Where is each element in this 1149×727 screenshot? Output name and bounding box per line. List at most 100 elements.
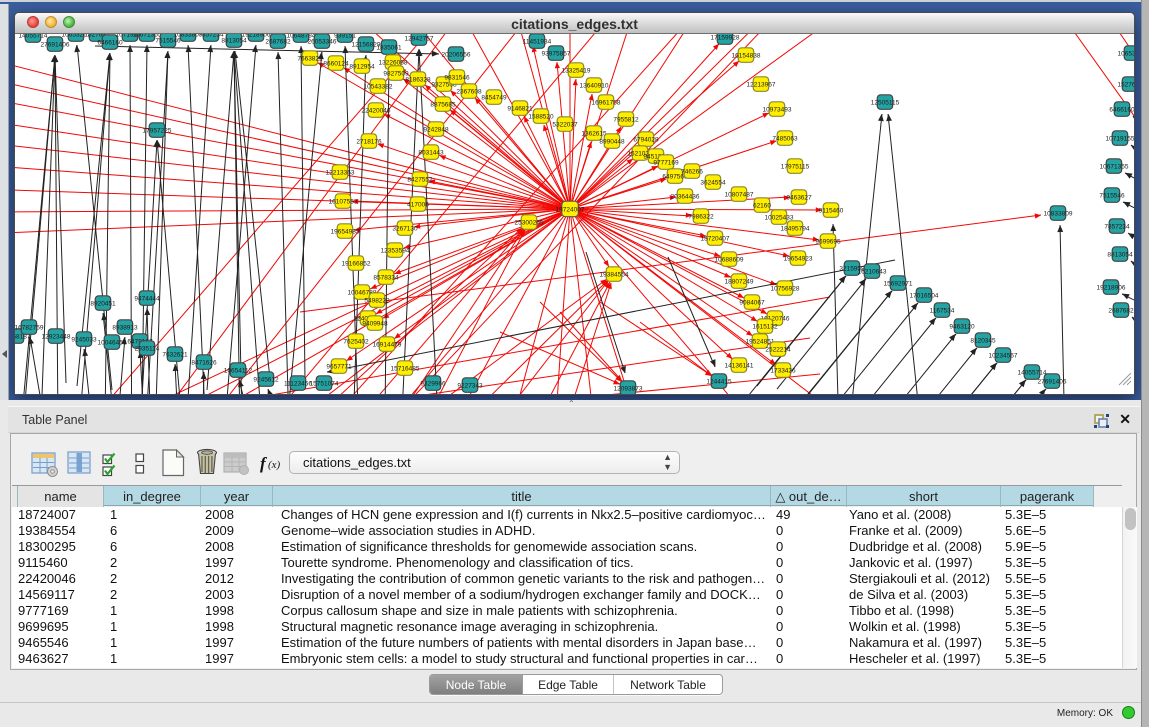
svg-text:25300265: 25300265 [515,219,544,226]
svg-text:7632621: 7632621 [162,351,188,358]
svg-text:62160: 62160 [753,202,771,209]
svg-text:17159928: 17159928 [711,34,740,41]
svg-text:10973493: 10973493 [763,106,792,113]
svg-text:10833809: 10833809 [1044,210,1073,217]
svg-text:6794028: 6794028 [633,136,659,143]
svg-text:18495794: 18495794 [781,225,810,232]
svg-text:16961758: 16961758 [592,99,621,106]
svg-text:12353594: 12353594 [381,247,410,254]
svg-text:10671355: 10671355 [1100,163,1129,170]
svg-text:19218906: 19218906 [1097,284,1126,291]
svg-text:10653267: 10653267 [1118,50,1134,57]
svg-text:12942757: 12942757 [405,35,434,42]
svg-text:7857234: 7857234 [1104,223,1130,230]
svg-text:6466160: 6466160 [97,39,123,46]
svg-text:9242848: 9242848 [423,126,449,133]
svg-text:939151: 939151 [334,34,356,39]
svg-text:8186328: 8186328 [405,76,431,83]
svg-text:27691406: 27691406 [41,41,70,48]
svg-text:14055714: 14055714 [19,34,48,39]
svg-text:1167534: 1167534 [930,307,955,314]
svg-text:9084067: 9084067 [739,299,765,306]
svg-text:8031443: 8031443 [418,149,444,156]
svg-text:(x): (x) [268,459,281,471]
svg-text:7625402: 7625402 [343,338,369,345]
svg-text:3267130: 3267130 [392,225,418,232]
svg-text:8454749: 8454749 [481,94,507,101]
svg-text:12213363: 12213363 [326,169,355,176]
svg-text:8660124: 8660124 [323,60,349,67]
svg-text:8120345: 8120345 [970,337,996,344]
svg-text:9329966: 9329966 [420,380,446,387]
svg-text:7485063: 7485063 [772,135,798,142]
svg-text:2935114: 2935114 [135,345,160,352]
svg-text:8578334: 8578334 [373,274,399,281]
svg-text:15751074: 15751074 [310,380,339,387]
svg-text:5322037: 5322037 [552,121,578,128]
svg-text:16210643: 16210643 [858,268,887,275]
svg-text:9115460: 9115460 [819,207,844,214]
svg-text:746266: 746266 [681,168,703,175]
svg-text:7857234: 7857234 [198,34,224,38]
svg-text:9657771: 9657771 [326,363,352,370]
svg-text:1588520: 1588520 [528,113,554,120]
svg-text:7663822: 7663822 [297,55,323,62]
svg-text:2687682: 2687682 [1108,307,1134,314]
svg-text:8920451: 8920451 [90,300,116,307]
svg-text:1527602: 1527602 [1117,81,1134,88]
svg-text:5498222: 5498222 [364,297,390,304]
svg-text:8813054: 8813054 [221,37,247,44]
svg-text:8938913: 8938913 [112,324,138,331]
svg-text:9463627: 9463627 [786,194,812,201]
svg-text:10719155: 10719155 [1106,135,1134,142]
svg-text:1362615: 1362615 [581,130,607,137]
svg-text:8427552: 8427552 [407,176,433,183]
svg-text:9699695: 9699695 [815,238,841,245]
svg-text:8813054: 8813054 [1107,251,1133,258]
svg-text:17016504: 17016504 [910,292,939,299]
svg-text:7515546: 7515546 [1099,192,1125,199]
svg-text:11451934: 11451934 [523,38,552,45]
svg-text:20206556: 20206556 [442,51,471,58]
svg-text:12923448: 12923448 [42,333,71,340]
svg-text:7955812: 7955812 [613,116,639,123]
svg-text:11123456: 11123456 [284,380,312,387]
svg-text:9474444: 9474444 [134,295,160,302]
svg-text:19654923: 19654923 [784,255,813,262]
svg-text:9831546: 9831546 [444,74,470,81]
svg-text:12093873: 12093873 [614,385,643,392]
svg-text:8990448: 8990448 [599,138,625,145]
svg-text:2522214: 2522214 [765,346,791,353]
svg-text:15720407: 15720407 [701,235,730,242]
svg-text:15692971: 15692971 [884,280,913,287]
svg-text:10756928: 10756928 [771,285,800,292]
svg-text:8471626: 8471626 [191,359,217,366]
svg-text:10807487: 10807487 [725,191,754,198]
svg-text:9777169: 9777169 [653,159,679,166]
svg-text:2718176: 2718176 [356,138,382,145]
svg-text:7986322: 7986322 [688,213,714,220]
svg-text:22420046: 22420046 [362,107,391,114]
svg-text:16782759: 16782759 [15,324,44,331]
svg-text:7515546: 7515546 [155,37,181,44]
svg-text:2367608: 2367608 [456,88,482,95]
svg-text:19384554: 19384554 [600,271,629,278]
svg-text:9463120: 9463120 [949,323,975,330]
svg-text:9245033: 9245033 [71,336,97,343]
svg-text:12213967: 12213967 [747,81,776,88]
svg-text:14055714: 14055714 [1018,369,1047,376]
svg-text:417006: 417006 [407,201,429,208]
svg-text:13640910: 13640910 [580,82,609,89]
svg-text:27691406: 27691406 [1038,378,1067,385]
svg-text:13325419: 13325419 [562,67,591,74]
svg-text:1835061: 1835061 [376,44,402,51]
svg-text:93975857: 93975857 [542,50,571,57]
svg-text:14136141: 14136141 [725,362,754,369]
svg-text:16914479: 16914479 [373,341,402,348]
svg-text:3624554: 3624554 [700,179,726,186]
svg-text:18807249: 18807249 [725,278,754,285]
svg-text:9409948: 9409948 [362,320,388,327]
svg-text:18724007: 18724007 [556,206,585,213]
svg-text:f: f [260,454,268,473]
svg-text:26053346: 26053346 [308,38,337,45]
